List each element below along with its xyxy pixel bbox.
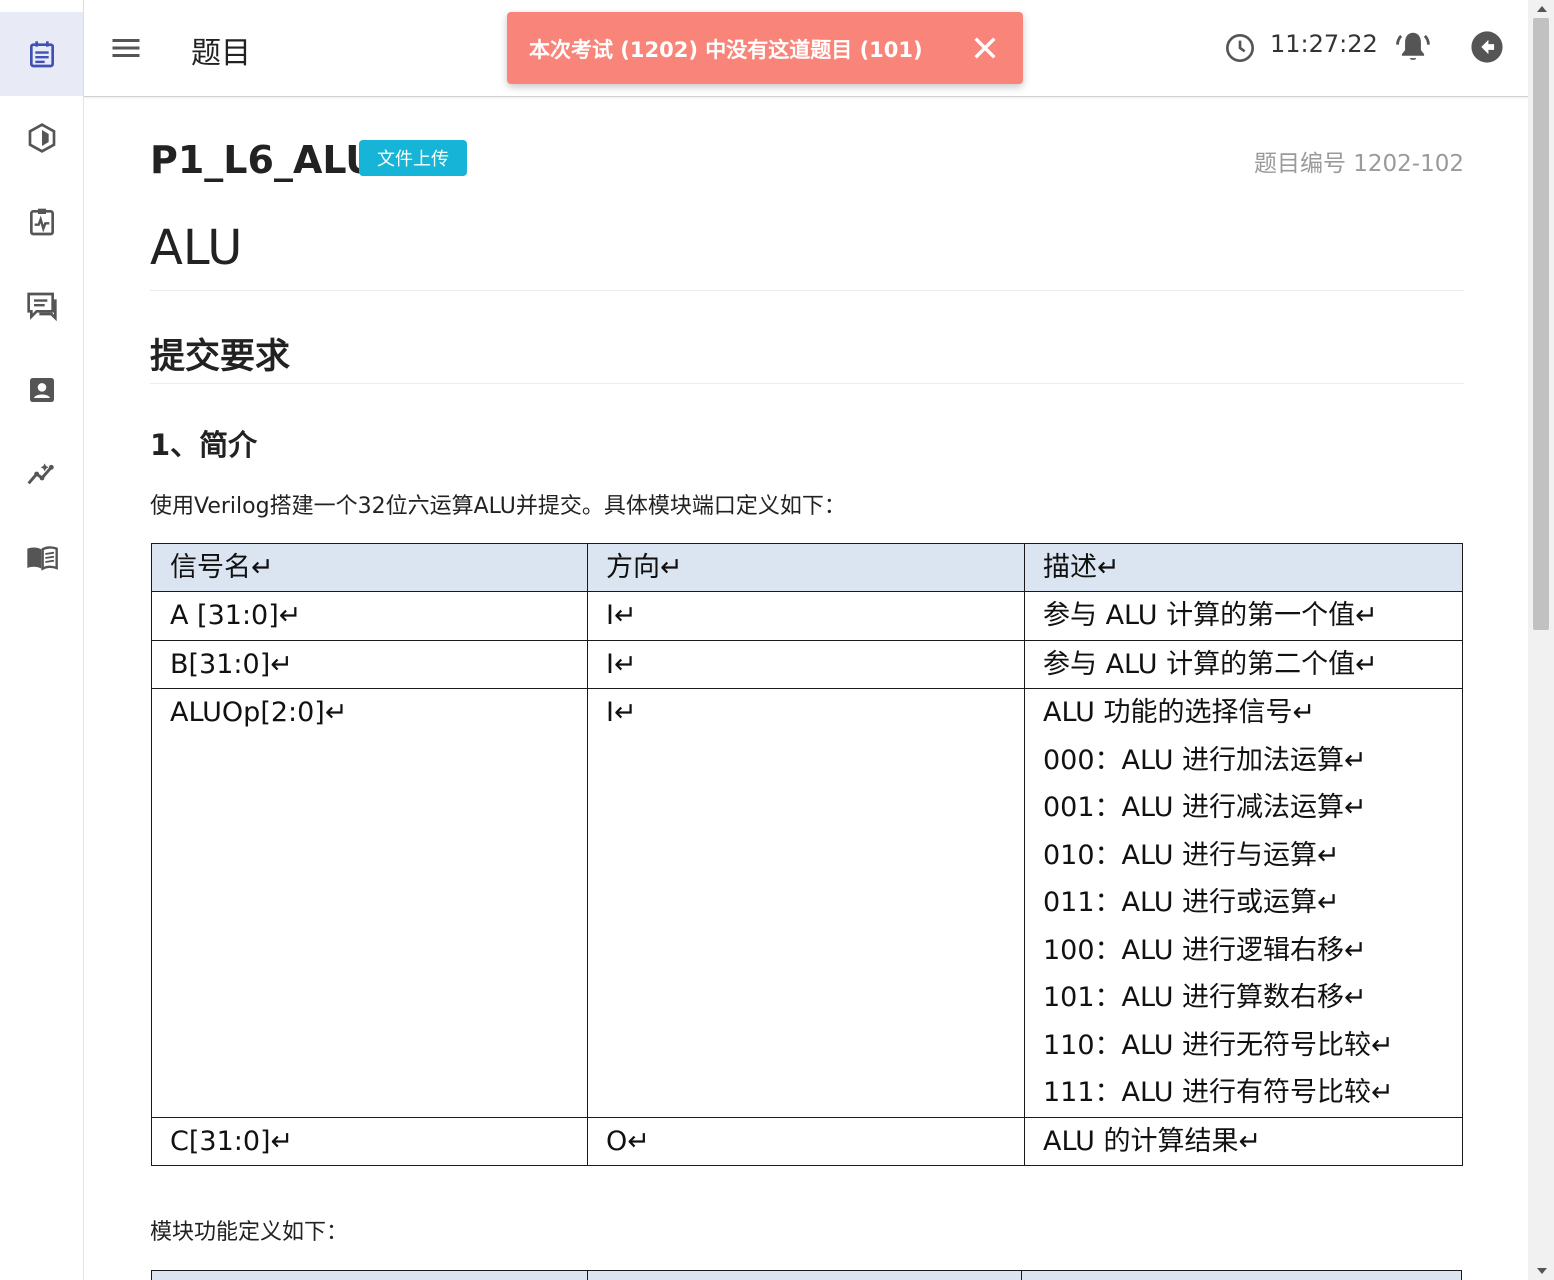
signal-description: 参与 ALU 计算的第二个值↵ [1024,639,1463,689]
contact-card-icon [29,378,54,402]
signal-name: B[31:0]↵ [151,639,588,689]
function-table-header [151,1270,1462,1280]
table-divider [587,1270,588,1280]
heading-h2: 提交要求 [150,337,291,377]
clock-icon [1226,34,1254,62]
scroll-thumb[interactable] [1533,18,1549,630]
sidebar-item-contact[interactable] [0,348,83,432]
clipboard-pulse-icon [29,208,54,236]
signal-description: 参与 ALU 计算的第一个值↵ [1024,591,1463,641]
op-code-line: 110：ALU 进行无符号比较↵ [1043,1029,1394,1061]
sidebar-item-cube[interactable] [0,96,83,180]
sidebar-item-docs[interactable] [0,516,83,600]
table-row: A [31:0]↵ I↵ 参与 ALU 计算的第一个值↵ [151,591,1463,641]
table-row: B[31:0]↵ I↵ 参与 ALU 计算的第二个值↵ [151,639,1463,689]
op-code-line: 100：ALU 进行逻辑右移↵ [1043,934,1367,966]
heading-h3: 1、简介 [150,428,258,462]
column-header: 信号名↵ [151,543,588,592]
menu-icon[interactable] [108,30,144,66]
problem-type-badge: 文件上传 [359,140,467,176]
close-icon[interactable] [969,32,1001,64]
table-divider [1021,1270,1022,1280]
op-code-line: 101：ALU 进行算数右移↵ [1043,982,1367,1013]
op-code-line: 010：ALU 进行与运算↵ [1043,839,1340,871]
table-row: C[31:0]↵ O↵ ALU 的计算结果↵ [151,1116,1463,1166]
cube-icon [28,123,55,153]
signal-table: 信号名↵ 方向↵ 描述↵ A [31:0]↵ I↵ 参与 ALU 计算的第一个值… [151,543,1463,1166]
column-header: 描述↵ [1024,543,1463,592]
sidebar-item-analytics[interactable] [0,432,83,516]
table-row: ALUOp[2:0]↵ I↵ ALU 功能的选择信号↵ 000：ALU 进行加法… [151,688,1463,1118]
signal-name: C[31:0]↵ [151,1116,588,1166]
scroll-up-arrow-icon[interactable] [1537,6,1547,12]
function-paragraph: 模块功能定义如下： [150,1220,349,1245]
back-icon[interactable] [1470,30,1504,64]
table-header-row: 信号名↵ 方向↵ 描述↵ [151,543,1463,592]
op-code-line: 111：ALU 进行有符号比较↵ [1043,1077,1394,1108]
signal-description: ALU 的计算结果↵ [1024,1116,1463,1166]
signal-name: ALUOp[2:0]↵ [151,688,588,1118]
problem-id: 题目编号 1202-102 [1253,151,1464,177]
sidebar [0,0,84,1280]
exam-clock: 11:27:22 [1270,30,1378,58]
sidebar-item-clipboard[interactable] [0,180,83,264]
op-code-line: 000：ALU 进行加法运算↵ [1043,744,1367,776]
intro-paragraph: 使用Verilog搭建一个32位六运算ALU并提交。具体模块端口定义如下： [150,494,846,519]
op-code-line: 001：ALU 进行减法运算↵ [1043,792,1367,823]
signal-description: ALU 功能的选择信号↵ 000：ALU 进行加法运算↵ 001：ALU 进行减… [1024,688,1463,1118]
scroll-down-arrow-icon[interactable] [1537,1268,1547,1274]
toast-message: 本次考试 (1202) 中没有这道题目 (101) [529,38,923,62]
analytics-icon [27,463,54,485]
divider [150,383,1464,384]
page-scrollbar[interactable] [1528,0,1554,1280]
signal-direction: I↵ [587,591,1025,641]
signal-name: A [31:0]↵ [151,591,588,641]
sidebar-item-forum[interactable] [0,264,83,348]
forum-icon [26,292,57,322]
signal-direction: I↵ [587,688,1025,1118]
problem-title: P1_L6_ALU [150,138,377,182]
bell-ring-icon[interactable] [1394,28,1432,66]
heading-h1: ALU [150,220,243,276]
assignment-icon [29,41,54,68]
op-description: ALU 功能的选择信号↵ [1043,697,1316,728]
app-title: 题目 [191,36,251,71]
column-header: 方向↵ [587,543,1025,592]
signal-direction: I↵ [587,639,1025,689]
error-toast: 本次考试 (1202) 中没有这道题目 (101) [507,12,1023,84]
book-open-icon [26,546,58,571]
divider [150,290,1464,291]
sidebar-item-assignments[interactable] [0,12,83,96]
op-code-line: 011：ALU 进行或运算↵ [1043,887,1340,918]
signal-direction: O↵ [587,1116,1025,1166]
